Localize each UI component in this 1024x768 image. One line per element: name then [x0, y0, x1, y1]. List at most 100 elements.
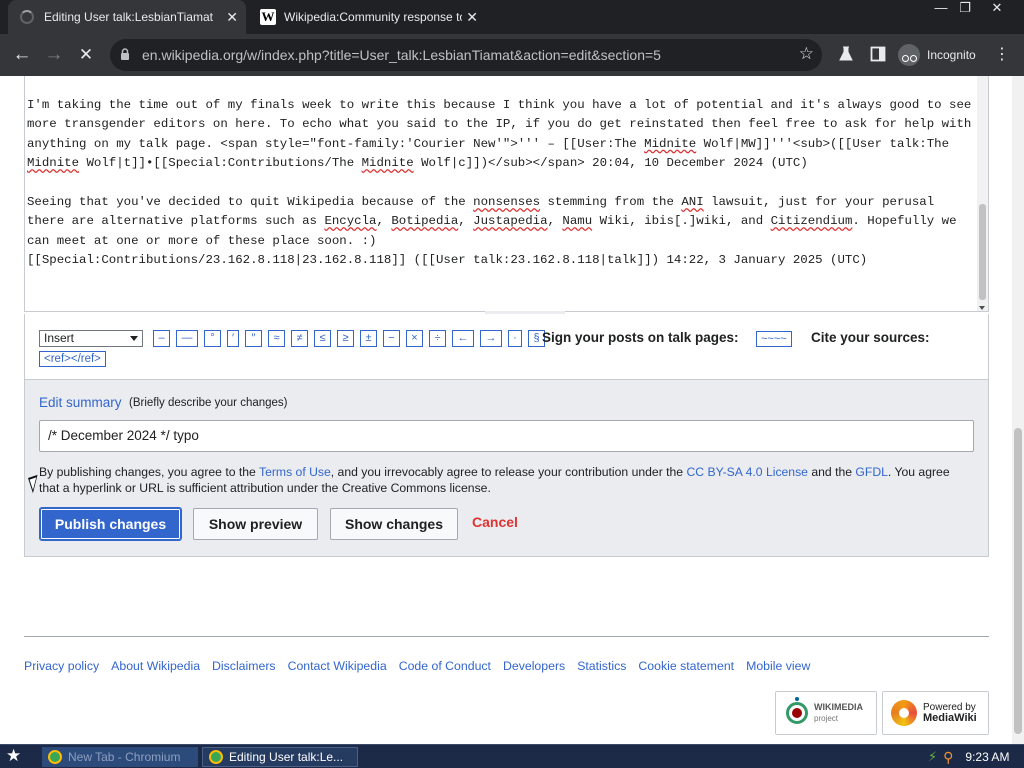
clock[interactable]: 9:23 AM	[965, 750, 1009, 764]
incognito-label: Incognito	[927, 48, 976, 62]
footer-link-developers[interactable]: Developers	[503, 659, 565, 673]
forward-arrow-icon[interactable]: →	[42, 43, 66, 67]
char-button[interactable]: ″	[245, 330, 262, 347]
close-icon[interactable]: ✕	[226, 9, 238, 26]
footer-link-disclaimers[interactable]: Disclaimers	[212, 659, 276, 673]
insert-select-value: Insert	[44, 331, 75, 345]
powered-by-mediawiki-badge[interactable]: Powered by MediaWiki	[882, 691, 989, 735]
char-button[interactable]: –	[153, 330, 170, 347]
taskbar-item-new-tab[interactable]: New Tab - Chromium	[42, 747, 198, 767]
taskbar-item-label: New Tab - Chromium	[68, 750, 181, 764]
footer-links: Privacy policy About Wikipedia Disclaime…	[24, 659, 810, 673]
char-button[interactable]: —	[176, 330, 198, 347]
spellcheck-word: Midnite	[27, 156, 80, 171]
taskbar-item-editing[interactable]: Editing User talk:Le...	[202, 747, 358, 767]
edit-summary-label[interactable]: Edit summary	[39, 395, 122, 410]
license-notice: By publishing changes, you agree to the …	[39, 464, 969, 497]
signature-button[interactable]: ~~~~	[756, 331, 792, 347]
show-preview-button[interactable]: Show preview	[193, 508, 318, 540]
spellcheck-word: Midnite	[361, 156, 414, 171]
special-characters-toolbar: Insert – — ° ′ ″ ≈ ≠ ≤ ≥ ± − × ÷ ← → · §…	[24, 311, 989, 380]
footer-divider	[24, 636, 989, 637]
restore-icon[interactable]: ❐	[950, 0, 980, 18]
window-close-icon[interactable]: ✕	[982, 0, 1012, 18]
footer-link-contact[interactable]: Contact Wikipedia	[288, 659, 387, 673]
ref-button[interactable]: <ref></ref>	[39, 351, 106, 367]
url-text: en.wikipedia.org/w/index.php?title=User_…	[142, 47, 661, 63]
gfdl-link[interactable]: GFDL	[855, 465, 888, 479]
wikitext-segment: ,	[376, 214, 392, 229]
edit-summary-input[interactable]: /* December 2024 */ typo	[39, 420, 974, 452]
back-arrow-icon[interactable]: ←	[10, 43, 34, 67]
char-button[interactable]: ≥	[337, 330, 354, 347]
address-bar[interactable]: en.wikipedia.org/w/index.php?title=User_…	[110, 39, 822, 71]
labs-flask-icon[interactable]	[838, 46, 854, 62]
network-icon[interactable]: ⚡	[928, 749, 937, 765]
terms-of-use-link[interactable]: Terms of Use	[259, 465, 331, 479]
char-buttons: – — ° ′ ″ ≈ ≠ ≤ ≥ ± − × ÷ ← → · §	[153, 330, 545, 347]
scroll-down-arrow-icon[interactable]	[979, 306, 985, 310]
tab-community-response[interactable]: W Wikipedia:Community response to A ✕	[248, 0, 486, 34]
mediawiki-badge-text: Powered by MediaWiki	[923, 702, 977, 724]
footer-link-cookie[interactable]: Cookie statement	[638, 659, 734, 673]
stop-loading-icon[interactable]: ✕	[74, 43, 98, 67]
footer-link-code-of-conduct[interactable]: Code of Conduct	[399, 659, 491, 673]
close-icon[interactable]: ✕	[466, 9, 478, 26]
footer-link-about[interactable]: About Wikipedia	[111, 659, 200, 673]
wikitext-segment: Wiki, ibis[.]wiki, and	[592, 214, 771, 229]
system-tray: ⚡ ⚲ 9:23 AM	[914, 745, 1024, 768]
char-button[interactable]: °	[204, 330, 221, 347]
char-button[interactable]: ≤	[314, 330, 331, 347]
char-button[interactable]: ≈	[268, 330, 285, 347]
char-button[interactable]: ×	[406, 330, 423, 347]
chromium-icon	[209, 750, 223, 764]
cancel-link[interactable]: Cancel	[472, 514, 518, 530]
side-panel-icon[interactable]	[870, 46, 886, 62]
tab-editing-user-talk[interactable]: Editing User talk:LesbianTiamat (sec ✕	[8, 0, 246, 34]
search-icon[interactable]: ⚲	[943, 749, 953, 766]
lock-icon	[121, 48, 129, 60]
editor-scrollbar-thumb[interactable]	[979, 204, 986, 300]
cc-license-link[interactable]: CC BY-SA 4.0 License	[686, 465, 808, 479]
edit-summary-hint: (Briefly describe your changes)	[129, 397, 288, 409]
legal-text: and the	[807, 465, 856, 479]
spellcheck-word: Midnite	[644, 136, 697, 151]
spellcheck-word: Encycla	[324, 214, 377, 229]
footer-link-mobile-view[interactable]: Mobile view	[746, 659, 810, 673]
wikitext-segment: ,	[547, 214, 563, 229]
char-button[interactable]: ·	[508, 330, 522, 347]
menu-kebab-icon[interactable]: ⋮	[990, 43, 1014, 67]
page-viewport: I'm taking the time out of my finals wee…	[0, 76, 1024, 744]
char-button[interactable]: ←	[452, 330, 474, 347]
footer-link-statistics[interactable]: Statistics	[577, 659, 626, 673]
wikimedia-badge-sub: project	[814, 714, 839, 723]
wikitext-segment: Wolf|MW]]'''<sub>([[User talk:The	[696, 136, 957, 151]
editor-scrollbar[interactable]	[977, 76, 988, 311]
wikitext-editor[interactable]: I'm taking the time out of my finals wee…	[24, 76, 989, 312]
chevron-down-icon	[130, 336, 138, 341]
footer-link-privacy[interactable]: Privacy policy	[24, 659, 99, 673]
taskbar-item-label: Editing User talk:Le...	[229, 750, 344, 764]
tab-title: Wikipedia:Community response to A	[284, 10, 462, 24]
tab-title: Editing User talk:LesbianTiamat (sec	[44, 10, 216, 24]
publish-changes-button[interactable]: Publish changes	[39, 507, 182, 541]
char-button[interactable]: →	[480, 330, 502, 347]
wikimedia-project-badge[interactable]: WIKIMEDIA project	[775, 691, 877, 735]
wikimedia-badge-text: WIKIMEDIA project	[814, 702, 863, 724]
char-button[interactable]: ′	[227, 330, 239, 347]
spellcheck-word: ANI	[681, 195, 704, 210]
show-changes-button[interactable]: Show changes	[330, 508, 458, 540]
start-star-icon[interactable]: ★	[6, 746, 21, 766]
incognito-profile[interactable]: Incognito	[898, 44, 976, 66]
wikipedia-favicon-icon: W	[260, 9, 276, 25]
page-scrollbar-thumb[interactable]	[1014, 428, 1022, 734]
bookmark-star-icon[interactable]: ☆	[799, 44, 814, 64]
page-scrollbar[interactable]	[1012, 76, 1024, 744]
char-button[interactable]: −	[383, 330, 400, 347]
char-button[interactable]: ≠	[291, 330, 308, 347]
char-button[interactable]: ÷	[429, 330, 446, 347]
mediawiki-logo-icon	[891, 700, 917, 726]
char-button[interactable]: ±	[360, 330, 377, 347]
insert-select[interactable]: Insert	[39, 330, 143, 347]
sign-posts-label: Sign your posts on talk pages:	[542, 330, 739, 345]
